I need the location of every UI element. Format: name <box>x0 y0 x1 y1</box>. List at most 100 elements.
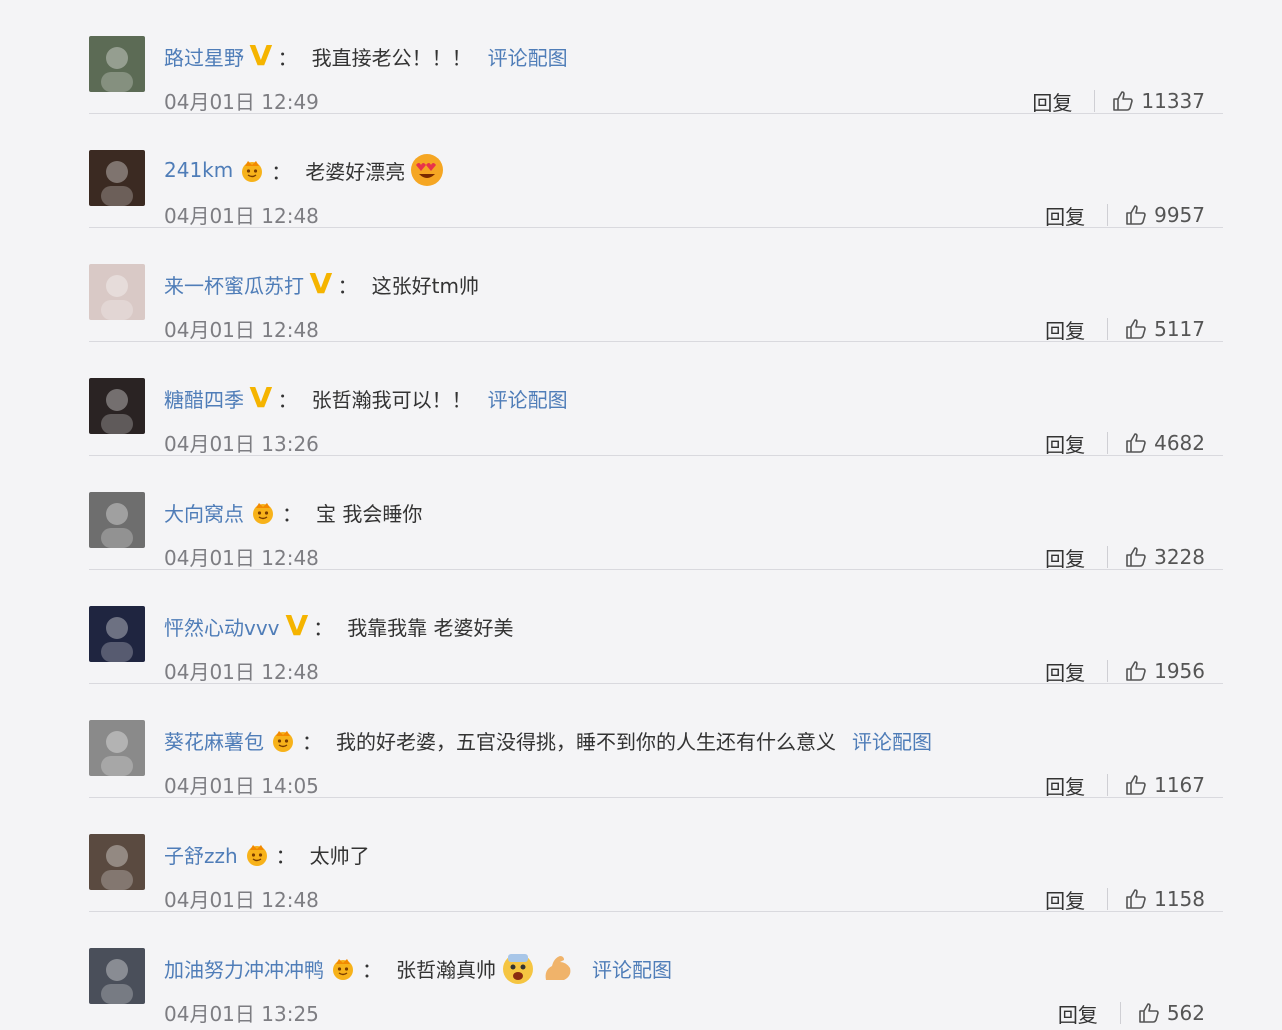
comment-image-link[interactable]: 评论配图 <box>488 384 568 413</box>
comment-text: 我的好老婆，五官没得挑，睡不到你的人生还有什么意义 <box>336 729 836 754</box>
comment-item: 大向窝点 ： 宝 我会睡你 04月01日 12:48 回复 3228 <box>89 456 1223 572</box>
thumbs-up-icon[interactable] <box>1137 1001 1161 1025</box>
comment-actions: 回复 4682 <box>1045 428 1205 458</box>
comment-timestamp: 04月01日 13:26 <box>164 432 319 456</box>
vip-v-icon: V <box>284 609 308 642</box>
comment-timestamp: 04月01日 12:48 <box>164 318 319 342</box>
crown-badge-icon <box>270 727 296 753</box>
avatar[interactable] <box>89 948 145 1004</box>
username-link[interactable]: 来一杯蜜瓜苏打 <box>164 270 304 299</box>
comment-actions: 回复 9957 <box>1045 200 1205 230</box>
divider <box>1107 204 1109 226</box>
like-count: 4682 <box>1154 431 1205 455</box>
like-count: 1167 <box>1154 773 1205 797</box>
comment-actions: 回复 1956 <box>1045 656 1205 686</box>
avatar[interactable] <box>89 492 145 548</box>
comment-text: 宝 我会睡你 <box>316 501 423 526</box>
thumbs-up-icon[interactable] <box>1124 545 1148 569</box>
comment-image-link[interactable]: 评论配图 <box>488 42 568 71</box>
crown-badge-icon <box>239 157 265 183</box>
crown-badge-icon <box>250 499 276 525</box>
username-link[interactable]: 葵花麻薯包 <box>164 726 264 755</box>
username-link[interactable]: 路过星野 <box>164 42 244 71</box>
username-link[interactable]: 加油努力冲冲冲鸭 <box>164 954 324 983</box>
divider <box>1107 660 1109 682</box>
thumbs-up-icon[interactable] <box>1124 659 1148 683</box>
avatar[interactable] <box>89 150 145 206</box>
comment-timestamp: 04月01日 12:48 <box>164 204 319 228</box>
thumbs-up-icon[interactable] <box>1124 203 1148 227</box>
username-link[interactable]: 子舒zzh <box>164 840 238 869</box>
like-count: 3228 <box>1154 545 1205 569</box>
comment-line: 糖醋四季 V： 张哲瀚我可以！！ 评论配图 <box>164 380 568 416</box>
vip-v-icon: V <box>309 267 333 300</box>
divider <box>1094 90 1096 112</box>
separator-colon: ： <box>271 159 292 184</box>
username-link[interactable]: 大向窝点 <box>164 498 244 527</box>
divider <box>1119 1002 1121 1024</box>
comment-actions: 回复 11337 <box>1032 86 1205 116</box>
muscle-emoji <box>540 950 576 986</box>
avatar[interactable] <box>89 378 145 434</box>
comment-text: 我靠我靠 老婆好美 <box>347 615 514 640</box>
reply-button[interactable]: 回复 <box>1045 543 1085 572</box>
separator-colon: ： <box>277 387 298 412</box>
comment-text: 太帅了 <box>309 843 370 868</box>
divider <box>1107 432 1109 454</box>
thumbs-up-icon[interactable] <box>1111 89 1135 113</box>
reply-button[interactable]: 回复 <box>1045 315 1085 344</box>
like-count: 9957 <box>1154 203 1205 227</box>
like-count: 1158 <box>1154 887 1205 911</box>
reply-button[interactable]: 回复 <box>1058 999 1098 1028</box>
crown-badge-icon <box>330 955 356 981</box>
comment-line: 大向窝点 ： 宝 我会睡你 <box>164 494 422 530</box>
comment-actions: 回复 1158 <box>1045 884 1205 914</box>
reply-button[interactable]: 回复 <box>1032 87 1072 116</box>
comment-item: 子舒zzh ： 太帅了 04月01日 12:48 回复 1158 <box>89 798 1223 914</box>
username-link[interactable]: 怦然心动vvv <box>164 612 280 641</box>
username-link[interactable]: 241km <box>164 158 233 182</box>
comment-timestamp: 04月01日 12:48 <box>164 660 319 684</box>
comment-line: 241km ： 老婆好漂亮 <box>164 152 445 188</box>
comment-text: 老婆好漂亮 <box>305 159 406 184</box>
comment-actions: 回复 5117 <box>1045 314 1205 344</box>
thumbs-up-icon[interactable] <box>1124 887 1148 911</box>
like-count: 1956 <box>1154 659 1205 683</box>
reply-button[interactable]: 回复 <box>1045 771 1085 800</box>
comment-timestamp: 04月01日 12:48 <box>164 546 319 570</box>
comment-image-link[interactable]: 评论配图 <box>592 954 672 983</box>
reply-button[interactable]: 回复 <box>1045 657 1085 686</box>
comment-actions: 回复 3228 <box>1045 542 1205 572</box>
avatar[interactable] <box>89 720 145 776</box>
comment-image-link[interactable]: 评论配图 <box>852 726 932 755</box>
vip-v-icon: V <box>249 39 273 72</box>
avatar[interactable] <box>89 264 145 320</box>
avatar[interactable] <box>89 606 145 662</box>
reply-button[interactable]: 回复 <box>1045 429 1085 458</box>
comment-text: 我直接老公！！！ <box>311 45 472 70</box>
separator-colon: ： <box>362 957 382 982</box>
vip-v-icon: V <box>249 381 273 414</box>
avatar[interactable] <box>89 834 145 890</box>
like-count: 5117 <box>1154 317 1205 341</box>
comment-item: 来一杯蜜瓜苏打 V： 这张好tm帅 04月01日 12:48 回复 5117 <box>89 228 1223 344</box>
scream-emoji <box>500 950 536 986</box>
heart-eyes-emoji <box>409 152 445 188</box>
comment-timestamp: 04月01日 12:48 <box>164 888 319 912</box>
comment-timestamp: 04月01日 13:25 <box>164 1002 319 1026</box>
username-link[interactable]: 糖醋四季 <box>164 384 244 413</box>
reply-button[interactable]: 回复 <box>1045 885 1085 914</box>
separator-colon: ： <box>275 843 296 868</box>
reply-button[interactable]: 回复 <box>1045 201 1085 230</box>
thumbs-up-icon[interactable] <box>1124 317 1148 341</box>
thumbs-up-icon[interactable] <box>1124 773 1148 797</box>
separator-colon: ： <box>277 45 298 70</box>
divider <box>1107 774 1109 796</box>
comment-item: 路过星野 V： 我直接老公！！！ 评论配图 04月01日 12:49 回复 11337 <box>89 0 1223 116</box>
divider <box>1107 888 1109 910</box>
comment-line: 来一杯蜜瓜苏打 V： 这张好tm帅 <box>164 266 479 302</box>
thumbs-up-icon[interactable] <box>1124 431 1148 455</box>
comment-actions: 回复 562 <box>1058 998 1205 1028</box>
like-count: 562 <box>1166 1001 1205 1025</box>
avatar[interactable] <box>89 36 145 92</box>
